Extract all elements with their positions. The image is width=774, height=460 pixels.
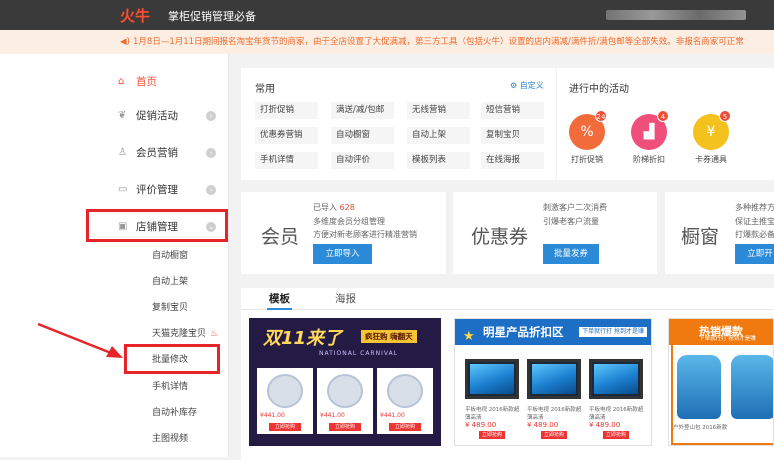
count-badge: 5 [719,110,731,122]
doll-image [267,374,303,408]
window-card: 橱窗 多种推荐方 保证主推宝 打爆款必备 立即开 [665,192,774,274]
imported-label: 已导入 [313,203,337,212]
thumb-headline: 明星产品折扣区 [483,325,564,339]
tv-image [589,359,643,399]
tv-image [527,359,581,399]
doll-image [327,374,363,408]
product-price: ¥441.00 [320,412,345,419]
member-imported: 已导入 628 [313,202,355,213]
shortcut-chip[interactable]: 自动评价 [331,152,394,169]
activity-tier-discount[interactable]: ▟ 4 阶梯折扣 [619,110,679,165]
percent-icon: % 24 [569,110,607,150]
shortcut-chip[interactable]: 复制宝贝 [481,127,544,144]
doll-image [387,374,423,408]
template-gallery: 双11来了 疯狂购 嗨翻天 NATIONAL CARNIVAL ¥441.00 立… [241,310,774,460]
coupon-icon: ¥5 [693,110,731,150]
common-panel: 常用 ⚙ 自定义 打折促销 满送/减/包邮 无线营销 短信营销 优惠券营销 自动… [241,68,556,180]
thumb-frame [671,321,773,445]
product-card: ¥441.00 立即抢购 [257,368,313,434]
template-tabs: 模板 海报 [241,288,774,310]
shortcut-chip[interactable]: 满送/减/包邮 [331,102,394,119]
product-price: ¥ 489.00 [589,421,621,429]
window-desc-3: 打爆款必备 [735,230,774,239]
activity-label: 卡券通具 [695,155,727,164]
template-thumb-double11[interactable]: 双11来了 疯狂购 嗨翻天 NATIONAL CARNIVAL ¥441.00 立… [249,318,441,446]
activity-label: 打折促销 [571,155,603,164]
window-desc-2: 保证主推宝 [735,217,774,226]
customize-link[interactable]: ⚙ 自定义 [510,80,544,91]
thumb-header: ★ 明星产品折扣区 下单就行打 抢到才是赚 [455,319,651,345]
product-name: 平板电视 2016新款超薄高清 [589,407,644,421]
count-badge: 24 [595,110,607,122]
thumb-headline: 双11来了 [263,328,343,349]
activity-coupon[interactable]: ¥5 卡券通具 [681,110,741,165]
buy-button: 立即抢购 [603,431,629,439]
shortcut-chip[interactable]: 短信营销 [481,102,544,119]
buy-button: 立即抢购 [329,423,361,431]
common-title: 常用 [255,84,275,95]
member-desc-1: 多维度会员分组管理 [313,217,385,226]
thumb-tip: 下单就行打 抢到才是赚 [579,327,647,337]
shortcut-chip[interactable]: 自动上架 [407,127,470,144]
product-card: ¥441.00 立即抢购 [377,368,433,434]
product-price: ¥441.00 [380,412,405,419]
buy-button: 立即抢购 [541,431,567,439]
gear-icon: ⚙ [510,81,518,90]
running-activities-panel: 进行中的活动 % 24 打折促销 ▟ 4 阶梯折扣 ¥5 卡券通具 [557,68,774,180]
member-card: 会员 已导入 628 多维度会员分组管理 方便对新老顾客进行精准营销 立即导入 [241,192,446,274]
window-desc-1: 多种推荐方 [735,203,774,212]
open-window-button[interactable]: 立即开 [735,244,774,264]
member-title: 会员 [261,226,300,248]
stairs-icon: ▟ 4 [631,110,669,150]
running-title: 进行中的活动 [569,84,629,95]
window-title: 橱窗 [681,226,720,248]
product-price: ¥441.00 [260,412,285,419]
shortcut-chip[interactable]: 优惠券营销 [255,127,318,144]
coupon-desc-1: 刺激客户二次消费 [543,203,607,212]
thumb-badge: 疯狂购 嗨翻天 [361,330,417,343]
buy-button: 立即抢购 [479,431,505,439]
customize-label: 自定义 [519,81,544,90]
shortcut-chip[interactable]: 在线海报 [481,152,544,169]
product-price: ¥ 489.00 [527,421,559,429]
buy-button: 立即抢购 [269,423,301,431]
coupon-desc-2: 引爆老客户流量 [543,217,599,226]
product-price: ¥ 489.00 [465,421,497,429]
tab-posters[interactable]: 海报 [335,288,356,310]
shortcut-chip[interactable]: 自动橱窗 [331,127,394,144]
count-badge: 4 [657,110,669,122]
star-icon: ★ [463,329,475,344]
product-name: 平板电视 2016新款超薄高清 [527,407,582,421]
coupon-title: 优惠券 [471,226,529,248]
send-coupon-button[interactable]: 批量发券 [543,244,599,264]
import-button[interactable]: 立即导入 [313,244,372,264]
product-info: 平板电视 2016新款超薄高清 ¥ 489.00 [465,405,521,429]
product-info: 平板电视 2016新款超薄高清 ¥ 489.00 [589,405,645,429]
tab-templates[interactable]: 模板 [267,288,292,310]
shortcut-chip[interactable]: 模板列表 [407,152,470,169]
template-thumb-hot-sale[interactable]: 热销爆款 下单就行打 抢到才是赚 户外登山包 2016新款 [668,318,774,446]
imported-count: 628 [339,203,355,212]
shortcut-chip[interactable]: 手机详情 [255,152,318,169]
shortcut-chip[interactable]: 无线营销 [407,102,470,119]
buy-button: 立即抢购 [389,423,421,431]
activity-discount[interactable]: % 24 打折促销 [557,110,617,165]
template-thumb-star-products[interactable]: ★ 明星产品折扣区 下单就行打 抢到才是赚 平板电视 2016新款超薄高清 ¥ 489… [454,318,652,446]
tv-image [465,359,519,399]
product-name: 平板电视 2016新款超薄高清 [465,407,520,421]
member-desc-2: 方便对新老顾客进行精准营销 [313,230,417,239]
coupon-card: 优惠券 刺激客户二次消费 引爆老客户流量 批量发券 [453,192,657,274]
product-card: ¥441.00 立即抢购 [317,368,373,434]
shortcut-chip[interactable]: 打折促销 [255,102,318,119]
activity-label: 阶梯折扣 [633,155,665,164]
thumb-subline: NATIONAL CARNIVAL [319,350,399,357]
product-info: 平板电视 2016新款超薄高清 ¥ 489.00 [527,405,583,429]
